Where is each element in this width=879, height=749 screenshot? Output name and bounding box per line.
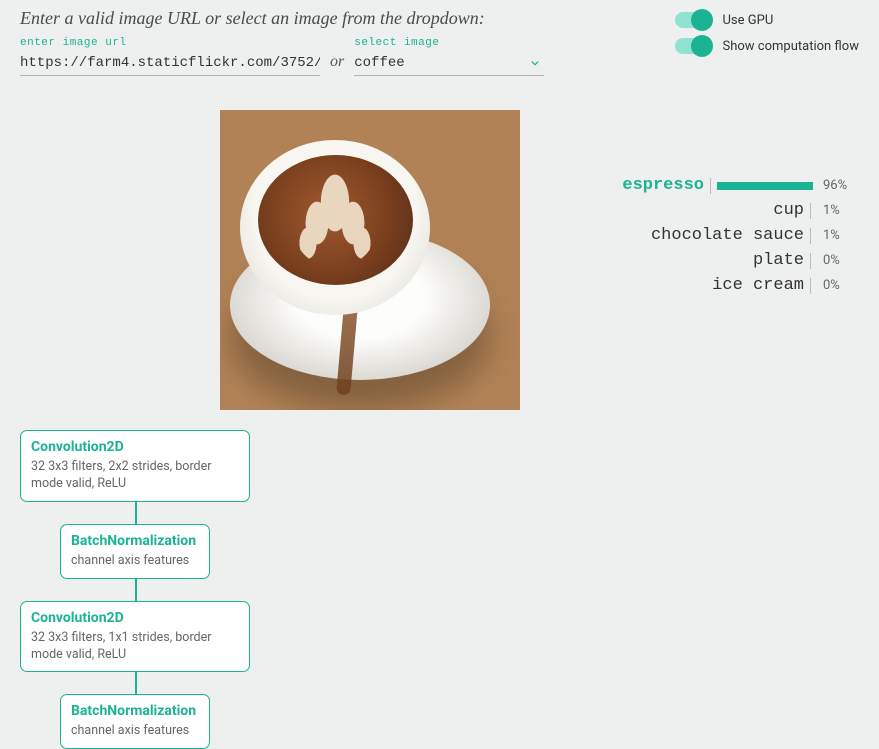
result-pct: 1%: [823, 228, 849, 243]
divider: [810, 203, 811, 219]
divider: [810, 228, 811, 244]
result-row: cup 1%: [620, 201, 849, 220]
prompt-text: Enter a valid image URL or select an ima…: [20, 8, 544, 29]
input-image: [220, 110, 520, 410]
node-title: Convolution2D: [31, 610, 239, 626]
node-subtitle: 32 3x3 filters, 1x1 strides, border mode…: [31, 630, 239, 664]
result-label: ice cream: [712, 276, 804, 295]
node-subtitle: channel axis features: [71, 723, 199, 740]
flow-node[interactable]: Convolution2D 32 3x3 filters, 2x2 strides…: [20, 430, 250, 502]
divider: [810, 253, 811, 269]
result-pct: 0%: [823, 278, 849, 293]
computation-flow: Convolution2D 32 3x3 filters, 2x2 strides…: [20, 430, 270, 749]
select-field-label: select image: [354, 37, 544, 49]
flow-connector: [135, 579, 137, 601]
result-pct: 1%: [823, 203, 849, 218]
result-bar: [717, 180, 817, 192]
flow-node[interactable]: BatchNormalization channel axis features: [60, 524, 210, 579]
result-pct: 96%: [823, 178, 849, 193]
url-field-label: enter image url: [20, 37, 320, 49]
toggle-1[interactable]: [675, 38, 711, 54]
node-subtitle: 32 3x3 filters, 2x2 strides, border mode…: [31, 459, 239, 493]
toggle-label: Use GPU: [723, 13, 774, 28]
toggle-label: Show computation flow: [723, 39, 860, 54]
flow-connector: [135, 502, 137, 524]
image-select-dropdown[interactable]: [354, 51, 544, 76]
image-url-input[interactable]: [20, 51, 320, 76]
node-subtitle: channel axis features: [71, 553, 199, 570]
result-label: cup: [773, 201, 804, 220]
result-label: plate: [753, 251, 804, 270]
node-title: BatchNormalization: [71, 703, 199, 719]
classification-results: espresso 96% cup 1% chocolate sauce 1% plate 0%…: [620, 110, 859, 410]
or-separator: or: [330, 43, 344, 71]
result-row: ice cream 0%: [620, 276, 849, 295]
node-title: Convolution2D: [31, 439, 239, 455]
result-row: plate 0%: [620, 251, 849, 270]
result-row: chocolate sauce 1%: [620, 226, 849, 245]
toggle-0[interactable]: [675, 12, 711, 28]
flow-node[interactable]: Convolution2D 32 3x3 filters, 1x1 strides…: [20, 601, 250, 673]
flow-connector: [135, 672, 137, 694]
flow-node[interactable]: BatchNormalization channel axis features: [60, 694, 210, 749]
result-label: espresso: [622, 176, 704, 195]
divider: [710, 178, 711, 194]
result-row: espresso 96%: [620, 176, 849, 195]
result-label: chocolate sauce: [651, 226, 804, 245]
divider: [810, 278, 811, 294]
result-pct: 0%: [823, 253, 849, 268]
node-title: BatchNormalization: [71, 533, 199, 549]
